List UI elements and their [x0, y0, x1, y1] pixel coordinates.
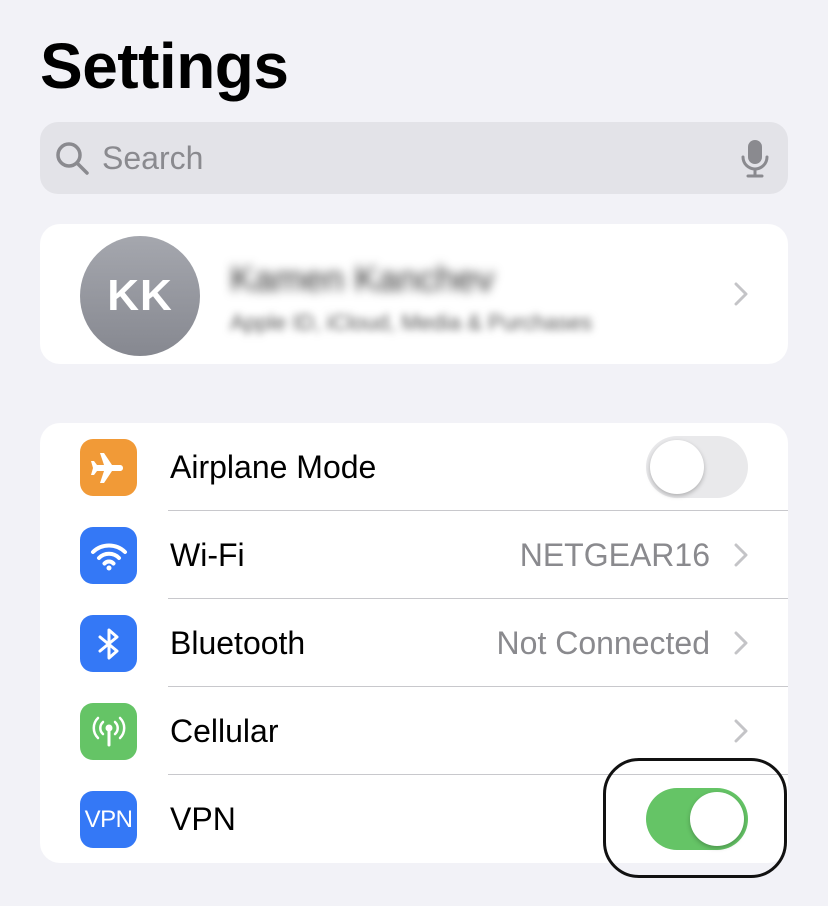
search-icon — [56, 142, 89, 175]
bluetooth-icon — [80, 615, 137, 672]
vpn-toggle[interactable] — [646, 788, 748, 850]
wifi-row[interactable]: Wi-Fi NETGEAR16 — [40, 511, 788, 599]
airplane-mode-label: Airplane Mode — [170, 449, 377, 485]
bluetooth-status-value: Not Connected — [496, 625, 710, 661]
airplane-mode-row: Airplane Mode — [40, 423, 788, 511]
toggle-knob — [650, 440, 704, 494]
vpn-row: VPN VPN — [40, 775, 788, 863]
apple-id-profile-row[interactable]: KK Kamen Kanchev Apple ID, iCloud, Media… — [40, 224, 788, 364]
cellular-row[interactable]: Cellular — [40, 687, 788, 775]
avatar: KK — [80, 236, 200, 356]
airplane-icon — [80, 439, 137, 496]
cellular-icon — [80, 703, 137, 760]
vpn-icon: VPN — [80, 791, 137, 848]
chevron-right-icon — [734, 543, 748, 567]
vpn-icon-text: VPN — [84, 805, 133, 833]
toggle-knob — [690, 792, 744, 846]
search-bar[interactable] — [40, 122, 788, 194]
connectivity-settings-group: Airplane Mode Wi-Fi NETGEAR16 Bluetooth … — [40, 423, 788, 863]
wifi-network-value: NETGEAR16 — [519, 537, 710, 573]
airplane-mode-toggle[interactable] — [646, 436, 748, 498]
chevron-right-icon — [734, 631, 748, 655]
cellular-label: Cellular — [170, 713, 279, 749]
chevron-right-icon — [734, 719, 748, 743]
wifi-icon — [80, 527, 137, 584]
profile-name: Kamen Kanchev — [230, 258, 495, 299]
page-title: Settings — [40, 30, 289, 102]
vpn-label: VPN — [170, 801, 236, 837]
wifi-label: Wi-Fi — [170, 537, 245, 573]
bluetooth-label: Bluetooth — [170, 625, 306, 661]
chevron-right-icon — [734, 282, 748, 306]
microphone-icon[interactable] — [740, 138, 770, 178]
search-input[interactable] — [102, 122, 702, 194]
bluetooth-row[interactable]: Bluetooth Not Connected — [40, 599, 788, 687]
profile-subtitle: Apple ID, iCloud, Media & Purchases — [230, 310, 592, 335]
